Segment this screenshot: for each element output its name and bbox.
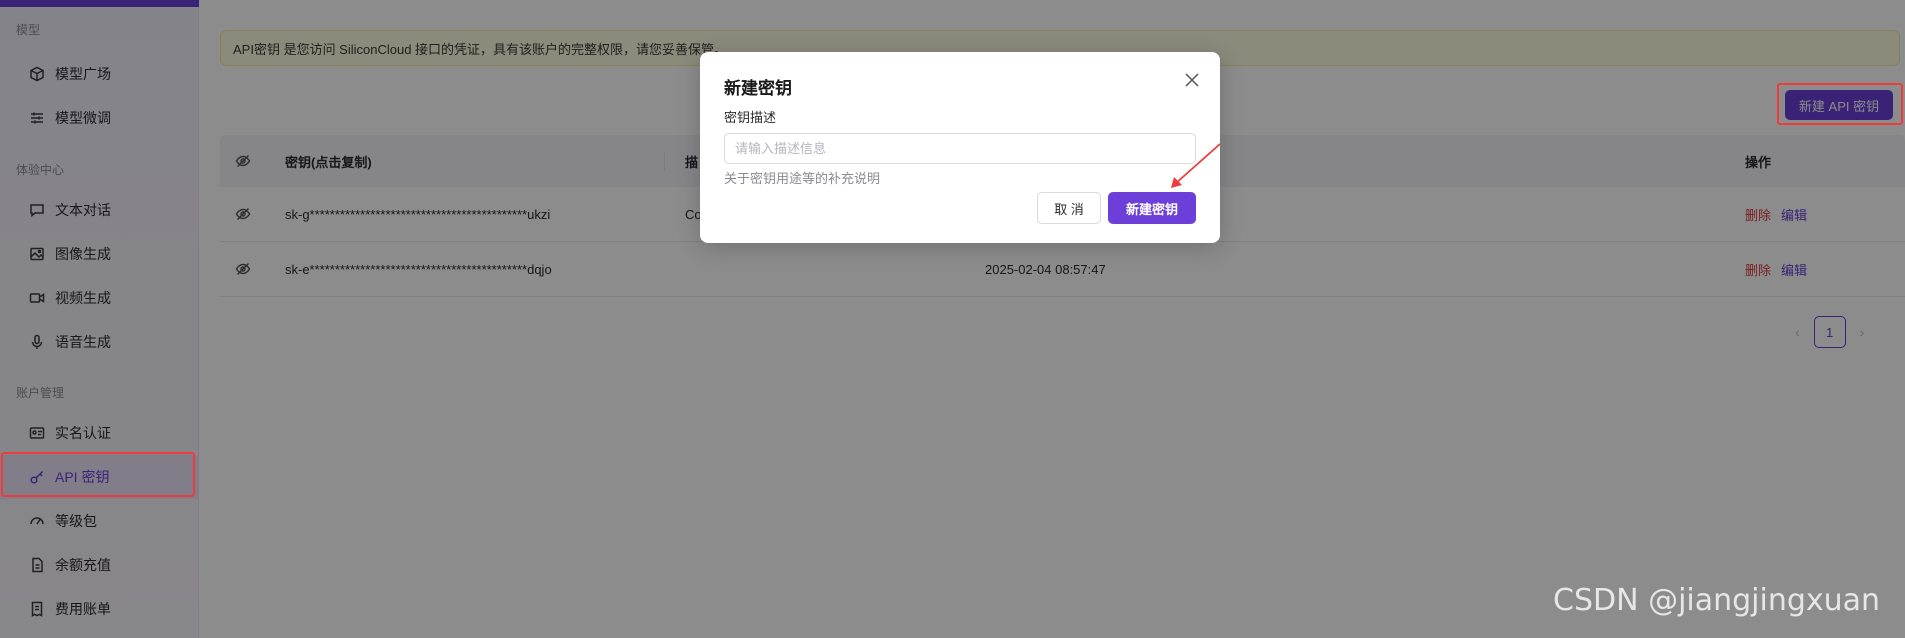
new-key-dialog: 新建密钥 密钥描述 关于密钥用途等的补充说明 取 消 新建密钥 (700, 52, 1220, 243)
close-icon[interactable] (1182, 70, 1202, 90)
key-desc-help: 关于密钥用途等的补充说明 (724, 171, 881, 186)
watermark: CSDN @jiangjingxuan (1553, 583, 1881, 618)
create-key-button[interactable]: 新建密钥 (1108, 192, 1196, 224)
key-desc-label: 密钥描述 (724, 110, 777, 125)
key-desc-input[interactable] (724, 133, 1196, 164)
annotation-arrow-icon (1171, 143, 1221, 188)
cancel-button[interactable]: 取 消 (1037, 192, 1101, 224)
dialog-title: 新建密钥 (724, 79, 792, 98)
